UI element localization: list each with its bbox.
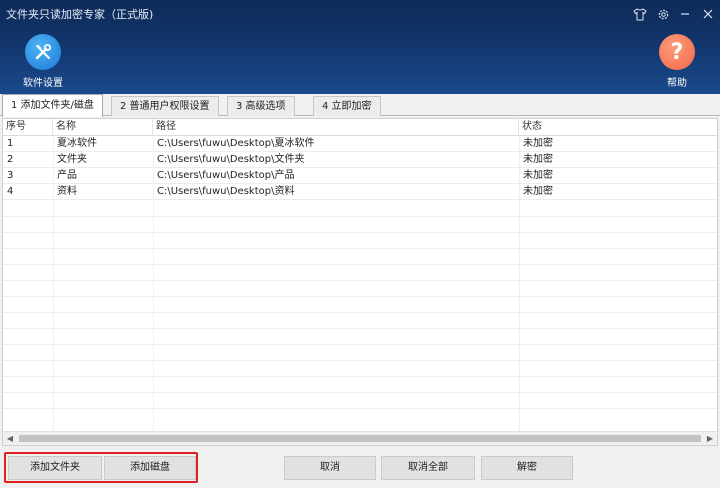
software-settings-button[interactable]: 软件设置 [13,34,73,89]
scroll-right-icon[interactable]: ▶ [703,432,717,445]
table-row[interactable]: 2 文件夹 C:\Users\fuwu\Desktop\文件夹 未加密 [3,152,717,168]
row-path: C:\Users\fuwu\Desktop\文件夹 [157,154,305,165]
row-name: 资料 [57,186,77,197]
settings-label: 软件设置 [23,78,63,89]
column-header-status[interactable]: 状态 [519,119,717,136]
gear-icon[interactable] [652,4,674,24]
close-icon[interactable] [697,4,719,24]
column-header-path[interactable]: 路径 [153,119,519,136]
row-status: 未加密 [523,186,553,197]
row-path: C:\Users\fuwu\Desktop\夏冰软件 [157,138,315,149]
help-label: 帮助 [667,78,687,89]
minimize-icon[interactable] [674,4,696,24]
highlight-box [4,452,198,483]
column-header-index[interactable]: 序号 [3,119,53,136]
tab-bar: 1 添加文件夹/磁盘 2 普通用户权限设置 3 高级选项 4 立即加密 [0,94,720,117]
decrypt-button[interactable]: 解密 [481,456,573,480]
tshirt-icon[interactable] [629,4,651,24]
wrench-screwdriver-icon [25,34,61,70]
cancel-all-button[interactable]: 取消全部 [381,456,475,480]
row-status: 未加密 [523,170,553,181]
column-header-name[interactable]: 名称 [53,119,153,136]
tab-add-folder-disk[interactable]: 1 添加文件夹/磁盘 [2,94,103,117]
window-title: 文件夹只读加密专家（正式版) [6,8,154,21]
table-row[interactable]: 1 夏冰软件 C:\Users\fuwu\Desktop\夏冰软件 未加密 [3,136,717,152]
row-status: 未加密 [523,138,553,149]
row-path: C:\Users\fuwu\Desktop\产品 [157,170,295,181]
folder-table: 序号 名称 路径 状态 1 夏冰软件 C:\Users\fuwu\Desktop… [2,118,718,446]
scroll-left-icon[interactable]: ◀ [3,432,17,445]
row-name: 产品 [57,170,77,181]
row-status: 未加密 [523,154,553,165]
row-index: 2 [7,154,14,165]
action-bar: 添加文件夹 添加磁盘 取消 取消全部 解密 [0,446,720,488]
row-index: 4 [7,186,14,197]
title-bar: 文件夹只读加密专家（正式版) 软件设置 ? 帮助 [0,0,720,94]
row-index: 3 [7,170,14,181]
scrollbar-thumb[interactable] [19,435,701,442]
row-name: 文件夹 [57,154,87,165]
help-icon: ? [659,34,695,70]
table-row[interactable]: 3 产品 C:\Users\fuwu\Desktop\产品 未加密 [3,168,717,184]
table-row[interactable]: 4 资料 C:\Users\fuwu\Desktop\资料 未加密 [3,184,717,200]
row-index: 1 [7,138,14,149]
row-name: 夏冰软件 [57,138,97,149]
tab-user-permissions[interactable]: 2 普通用户权限设置 [111,96,219,116]
row-path: C:\Users\fuwu\Desktop\资料 [157,186,295,197]
table-header: 序号 名称 路径 状态 [3,119,717,136]
tab-encrypt-now[interactable]: 4 立即加密 [313,96,381,116]
tab-advanced-options[interactable]: 3 高级选项 [227,96,295,116]
cancel-button[interactable]: 取消 [284,456,376,480]
help-button[interactable]: ? 帮助 [647,34,707,89]
horizontal-scrollbar[interactable]: ◀ ▶ [3,431,717,445]
